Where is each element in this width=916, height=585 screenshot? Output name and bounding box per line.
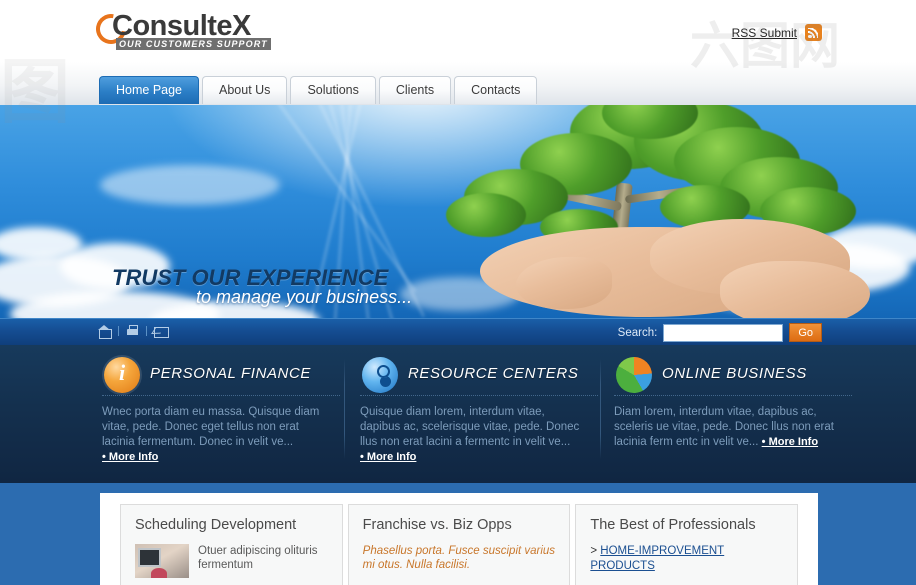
nav-tab-list: Home Page About Us Solutions Clients Con… [99,76,540,104]
feature-text: Wnec porta diam eu massa. Quisque diam v… [102,406,320,448]
more-info-link[interactable]: • More Info [762,436,818,448]
feature-personal-finance: PERSONAL FINANCE Wnec porta diam eu mass… [98,357,350,465]
nav-tab-contacts[interactable]: Contacts [454,76,538,104]
divider [360,395,598,396]
lower-section: Scheduling Development Otuer adipiscing … [0,483,916,585]
search-input[interactable] [663,323,784,342]
disc-search-icon [362,357,398,393]
card-text: Otuer adipiscing olituris fermentum [198,545,318,571]
tree-foliage [446,193,526,237]
card-title: Scheduling Development [135,517,297,533]
card-content: Otuer adipiscing olituris fermentum [135,544,328,578]
more-info-link[interactable]: • More Info [102,451,158,463]
feature-header: PERSONAL FINANCE [98,357,350,397]
content-panel: Scheduling Development Otuer adipiscing … [100,493,818,585]
hero-banner: TRUST OUR EXPERIENCE to manage your busi… [0,105,916,318]
feature-body: Quisque diam lorem, interdum vitae, dapi… [356,405,586,465]
column-divider [600,359,601,459]
card-content: > HOME-IMPROVEMENT PRODUCTS [590,544,783,574]
search-label: Search: [617,326,658,339]
rss-icon[interactable] [805,24,822,41]
card-title: Franchise vs. Biz Opps [362,517,512,533]
card-row: Scheduling Development Otuer adipiscing … [120,504,799,585]
feature-title: RESOURCE CENTERS [408,365,579,382]
card-scheduling-development[interactable]: Scheduling Development Otuer adipiscing … [120,504,343,585]
site-header: ConsulteX OUR CUSTOMERS SUPPORT RSS Subm… [0,0,916,62]
rss-submit-link[interactable]: RSS Submit [732,26,797,40]
nav-tab-clients[interactable]: Clients [378,76,452,104]
mail-icon[interactable] [154,325,169,338]
feature-resource-centers: RESOURCE CENTERS Quisque diam lorem, int… [356,357,608,465]
feature-header: RESOURCE CENTERS [356,357,608,397]
feature-text: Quisque diam lorem, interdum vitae, dapi… [360,406,580,448]
hero-subtitle: to manage your business... [196,287,413,307]
logo-tagline: OUR CUSTOMERS SUPPORT [116,38,271,50]
column-divider [344,359,345,459]
main-navigation: Home Page About Us Solutions Clients Con… [0,62,916,105]
cloud [100,165,280,205]
feature-online-business: ONLINE BUSINESS Diam lorem, interdum vit… [610,357,862,450]
hand-wrist [720,261,870,318]
card-franchise-vs-biz-opps[interactable]: Franchise vs. Biz Opps Phasellus porta. … [347,504,571,585]
hero-image-hand-with-tree [420,105,890,318]
divider [118,326,119,336]
pie-chart-icon [616,357,652,393]
card-link[interactable]: HOME-IMPROVEMENT PRODUCTS [590,545,724,572]
more-info-link[interactable]: • More Info [360,451,416,463]
feature-title: PERSONAL FINANCE [150,365,312,382]
card-best-of-professionals[interactable]: The Best of Professionals > HOME-IMPROVE… [575,504,799,585]
rss-submit[interactable]: RSS Submit [732,24,822,41]
search-go-button[interactable]: Go [789,323,822,342]
nav-tab-home-page[interactable]: Home Page [99,76,200,104]
feature-title: ONLINE BUSINESS [662,365,807,382]
search-group: Search: Go [618,323,822,342]
utility-bar: Search: Go [0,318,916,345]
info-icon [104,357,140,393]
print-icon[interactable] [126,325,139,337]
hand-thumb [516,257,612,309]
link-bullet: > [590,545,598,557]
nav-tab-about-us[interactable]: About Us [202,76,288,104]
card-text: Phasellus porta. Fusce suscipit varius m… [362,545,556,571]
card-thumbnail [135,544,189,578]
home-icon[interactable] [98,325,112,339]
feature-body: Diam lorem, interdum vitae, dapibus ac, … [610,405,840,450]
divider [146,326,147,336]
nav-tab-solutions[interactable]: Solutions [290,76,376,104]
divider [102,395,340,396]
card-title: The Best of Professionals [590,517,756,533]
quick-links [98,325,169,339]
feature-columns: PERSONAL FINANCE Wnec porta diam eu mass… [0,345,916,483]
divider [614,395,852,396]
feature-body: Wnec porta diam eu massa. Quisque diam v… [98,405,328,465]
feature-header: ONLINE BUSINESS [610,357,862,397]
